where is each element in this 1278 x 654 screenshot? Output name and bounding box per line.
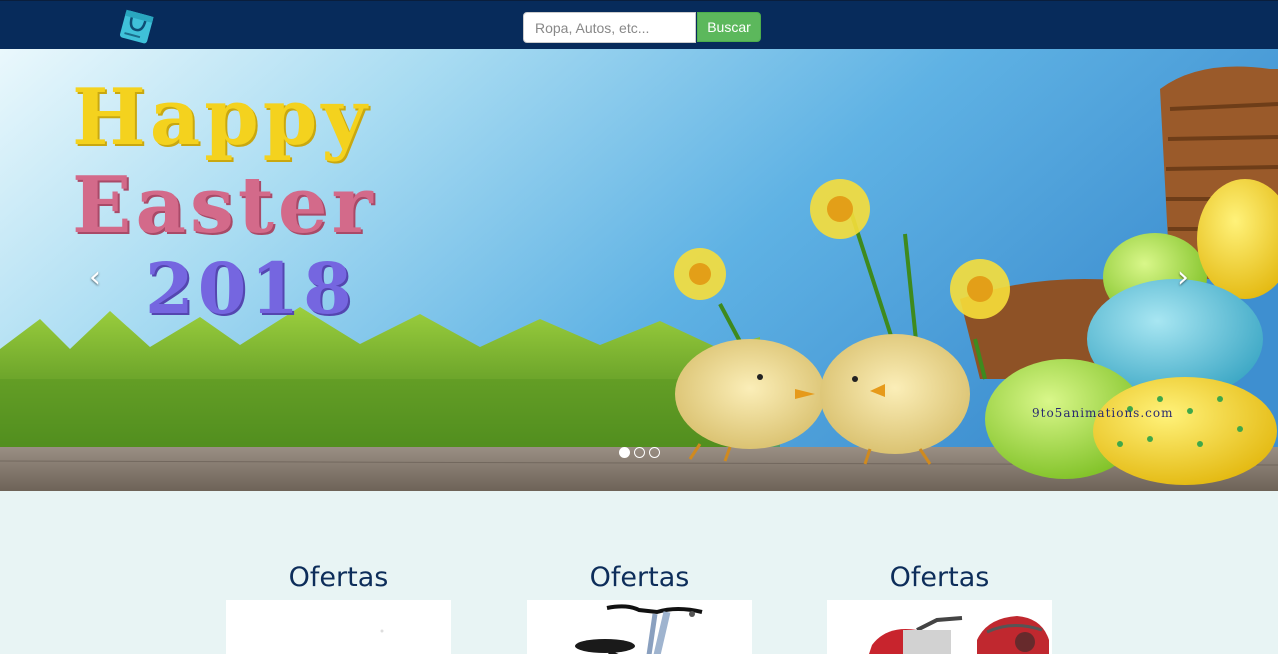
hero-carousel: Happy Easter 2018 9to5animations.com ‹ › xyxy=(0,49,1278,491)
search-form: Buscar xyxy=(523,12,761,43)
chevron-left-icon: ‹ xyxy=(89,259,101,295)
offer-card[interactable]: Ofertas xyxy=(226,559,451,654)
carousel-prev-button[interactable]: ‹ xyxy=(80,257,110,297)
banner-title-line-1: Happy xyxy=(72,72,371,163)
stroller-image[interactable] xyxy=(827,600,1052,654)
offer-title: Ofertas xyxy=(288,562,389,593)
chevron-right-icon: › xyxy=(1177,259,1189,295)
shopping-bag-icon[interactable] xyxy=(115,3,159,47)
banner-watermark: 9to5animations.com xyxy=(1032,406,1174,420)
banner-title-line-2: Easter xyxy=(72,160,377,251)
carousel-indicator-1[interactable] xyxy=(619,447,630,458)
carousel-indicators xyxy=(619,447,660,458)
bicycle-image[interactable] xyxy=(527,600,752,654)
carousel-next-button[interactable]: › xyxy=(1168,257,1198,297)
offer-title: Ofertas xyxy=(589,562,690,593)
banner-title-line-3: 2018 xyxy=(145,247,356,330)
search-button[interactable]: Buscar xyxy=(697,12,761,42)
offer-title: Ofertas xyxy=(889,562,990,593)
carousel-indicator-2[interactable] xyxy=(634,447,645,458)
carousel-indicator-3[interactable] xyxy=(649,447,660,458)
search-input[interactable] xyxy=(523,12,696,43)
offer-card[interactable]: Ofertas xyxy=(827,559,1052,654)
navbar: Buscar xyxy=(0,0,1278,49)
offer-card[interactable]: Ofertas xyxy=(527,559,752,654)
blank-product-image[interactable] xyxy=(226,600,451,654)
offers-section: Ofertas Ofertas Ofertas xyxy=(0,491,1278,654)
